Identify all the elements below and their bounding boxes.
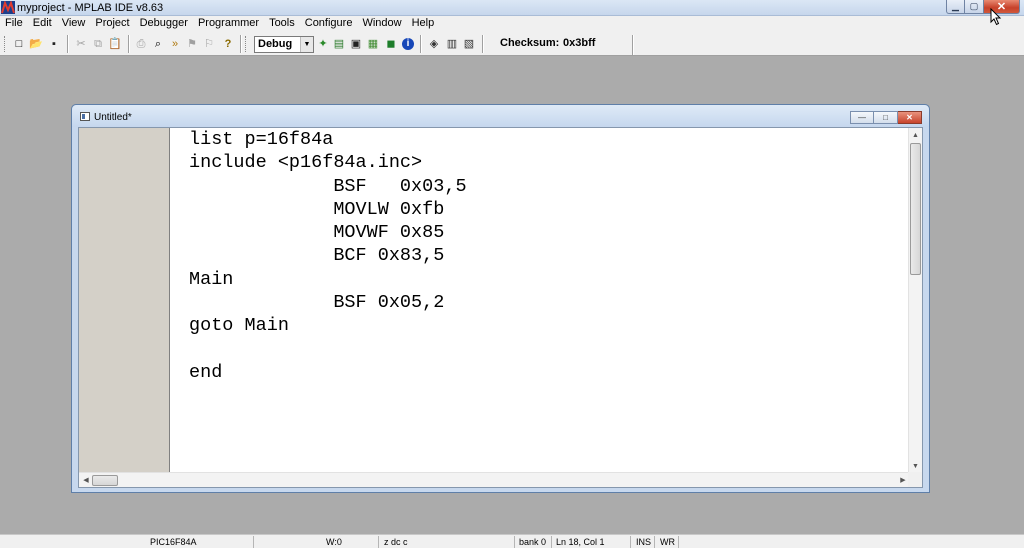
menu-debugger[interactable]: Debugger xyxy=(135,16,193,32)
code-line[interactable]: goto Main xyxy=(189,314,909,337)
toolbar-separator xyxy=(420,35,422,53)
checksum-label: Checksum: xyxy=(500,37,560,49)
status-separator xyxy=(551,536,552,548)
vertical-scroll-thumb[interactable] xyxy=(910,143,921,275)
scroll-left-icon[interactable]: ◀ xyxy=(79,473,93,487)
scroll-down-icon[interactable]: ▼ xyxy=(909,459,922,473)
menu-tools[interactable]: Tools xyxy=(264,16,300,32)
app-title: myproject - MPLAB IDE v8.63 xyxy=(17,2,164,14)
code-line[interactable]: MOVWF 0x85 xyxy=(189,221,909,244)
editor-window-controls: — □ ✕ xyxy=(850,111,922,124)
status-separator xyxy=(630,536,631,548)
maximize-button[interactable]: ▢ xyxy=(965,0,984,14)
save-workspace-icon[interactable]: ▣ xyxy=(349,37,363,51)
mplab-logo-icon xyxy=(1,1,15,14)
code-line[interactable]: end xyxy=(189,361,909,384)
info-icon[interactable]: i xyxy=(402,38,414,50)
vertical-scrollbar[interactable]: ▲ ▼ xyxy=(908,128,922,473)
open-project-icon[interactable]: ▤ xyxy=(332,37,346,51)
editor-title-bar[interactable]: Untitled* — □ ✕ xyxy=(72,105,929,127)
code-line[interactable]: Main xyxy=(189,268,909,291)
toolbar-separator xyxy=(67,35,69,53)
toolbar-separator xyxy=(482,35,484,53)
menu-help[interactable]: Help xyxy=(407,16,440,32)
copy-icon[interactable]: ⧉ xyxy=(91,37,105,51)
dropdown-arrow-icon[interactable]: ▼ xyxy=(300,37,313,52)
next-bookmark-icon[interactable]: ⚐ xyxy=(202,37,216,51)
toolbar-grip[interactable] xyxy=(4,36,7,52)
menu-edit[interactable]: Edit xyxy=(28,16,57,32)
build-configuration-value: Debug xyxy=(258,38,293,50)
find-icon[interactable]: ⌕ xyxy=(151,37,165,51)
code-editor[interactable]: list p=16f84a include <p16f84a.inc> BSF … xyxy=(78,127,923,488)
menu-file[interactable]: File xyxy=(0,16,28,32)
status-separator xyxy=(253,536,254,548)
scroll-up-icon[interactable]: ▲ xyxy=(909,128,922,142)
toolbar-grip[interactable] xyxy=(245,36,248,52)
code-line[interactable]: BSF 0x03,5 xyxy=(189,175,909,198)
editor-minimize-button[interactable]: — xyxy=(850,111,874,124)
horizontal-scrollbar[interactable]: ◀ ▶ xyxy=(79,472,910,487)
toolbar-separator xyxy=(240,35,242,53)
status-w-register: W:0 xyxy=(326,537,342,547)
scrollbar-corner xyxy=(908,472,922,487)
menu-view[interactable]: View xyxy=(57,16,91,32)
memory-window-icon[interactable]: ▧ xyxy=(462,37,476,51)
menu-bar: File Edit View Project Debugger Programm… xyxy=(0,16,1024,32)
code-line[interactable]: list p=16f84a xyxy=(189,128,909,151)
open-file-icon[interactable]: 📂 xyxy=(29,37,43,51)
status-insert-mode: INS xyxy=(636,537,652,547)
status-separator xyxy=(654,536,655,548)
app-title-bar: myproject - MPLAB IDE v8.63 ▁ ▢ ✕ xyxy=(0,0,1024,16)
toolbar-separator xyxy=(128,35,130,53)
menu-configure[interactable]: Configure xyxy=(300,16,358,32)
help-icon[interactable]: ? xyxy=(221,37,235,51)
status-separator xyxy=(378,536,379,548)
build-all-icon[interactable]: ▦ xyxy=(366,37,380,51)
bookmark-icon[interactable]: ⚑ xyxy=(185,37,199,51)
document-icon xyxy=(80,112,90,121)
build-configuration-dropdown[interactable]: Debug ▼ xyxy=(254,36,314,53)
print-icon[interactable]: ⎙ xyxy=(134,37,148,51)
editor-maximize-button[interactable]: □ xyxy=(874,111,898,124)
programmer-tool-icon[interactable]: ◈ xyxy=(427,37,441,51)
mouse-cursor-icon xyxy=(990,8,1002,26)
new-file-icon[interactable]: □ xyxy=(12,37,26,51)
checksum-value: 0x3bff xyxy=(563,37,596,49)
code-line[interactable]: include <p16f84a.inc> xyxy=(189,151,909,174)
menu-programmer[interactable]: Programmer xyxy=(193,16,264,32)
editor-close-button[interactable]: ✕ xyxy=(898,111,922,124)
status-device: PIC16F84A xyxy=(150,537,197,547)
status-write-mode: WR xyxy=(660,537,675,547)
code-line[interactable]: MOVLW 0xfb xyxy=(189,198,909,221)
status-bank: bank 0 xyxy=(519,537,547,547)
save-icon[interactable]: ▪ xyxy=(47,37,61,51)
status-flags: z dc c xyxy=(384,537,408,547)
menu-window[interactable]: Window xyxy=(357,16,406,32)
code-area[interactable]: list p=16f84a include <p16f84a.inc> BSF … xyxy=(189,128,909,473)
watch-window-icon[interactable]: ▥ xyxy=(445,37,459,51)
new-project-icon[interactable]: ✦ xyxy=(316,37,330,51)
editor-window: Untitled* — □ ✕ list p=16f84a include <p… xyxy=(71,104,930,493)
minimize-button[interactable]: ▁ xyxy=(946,0,965,14)
code-line[interactable]: BSF 0x05,2 xyxy=(189,291,909,314)
code-line[interactable]: BCF 0x83,5 xyxy=(189,244,909,267)
status-bar: PIC16F84A W:0 z dc c bank 0 Ln 18, Col 1… xyxy=(0,534,1024,548)
editor-title: Untitled* xyxy=(94,112,132,123)
window-controls: ▁ ▢ ✕ xyxy=(946,0,1020,14)
horizontal-scroll-thumb[interactable] xyxy=(92,475,118,486)
cut-icon[interactable]: ✂ xyxy=(74,37,88,51)
status-separator xyxy=(514,536,515,548)
toolbar-separator xyxy=(632,35,634,55)
status-cursor-position: Ln 18, Col 1 xyxy=(556,537,605,547)
find-next-icon[interactable]: » xyxy=(168,37,182,51)
menu-project[interactable]: Project xyxy=(90,16,134,32)
toolbar: □ 📂 ▪ ✂ ⧉ 📋 ⎙ ⌕ » ⚑ ⚐ ? Debug ▼ ✦ ▤ ▣ ▦ … xyxy=(0,32,1024,56)
code-line[interactable] xyxy=(189,338,909,361)
make-icon[interactable]: ◼ xyxy=(384,37,398,51)
paste-icon[interactable]: 📋 xyxy=(108,37,122,51)
editor-gutter[interactable] xyxy=(79,128,170,473)
status-separator xyxy=(678,536,679,548)
